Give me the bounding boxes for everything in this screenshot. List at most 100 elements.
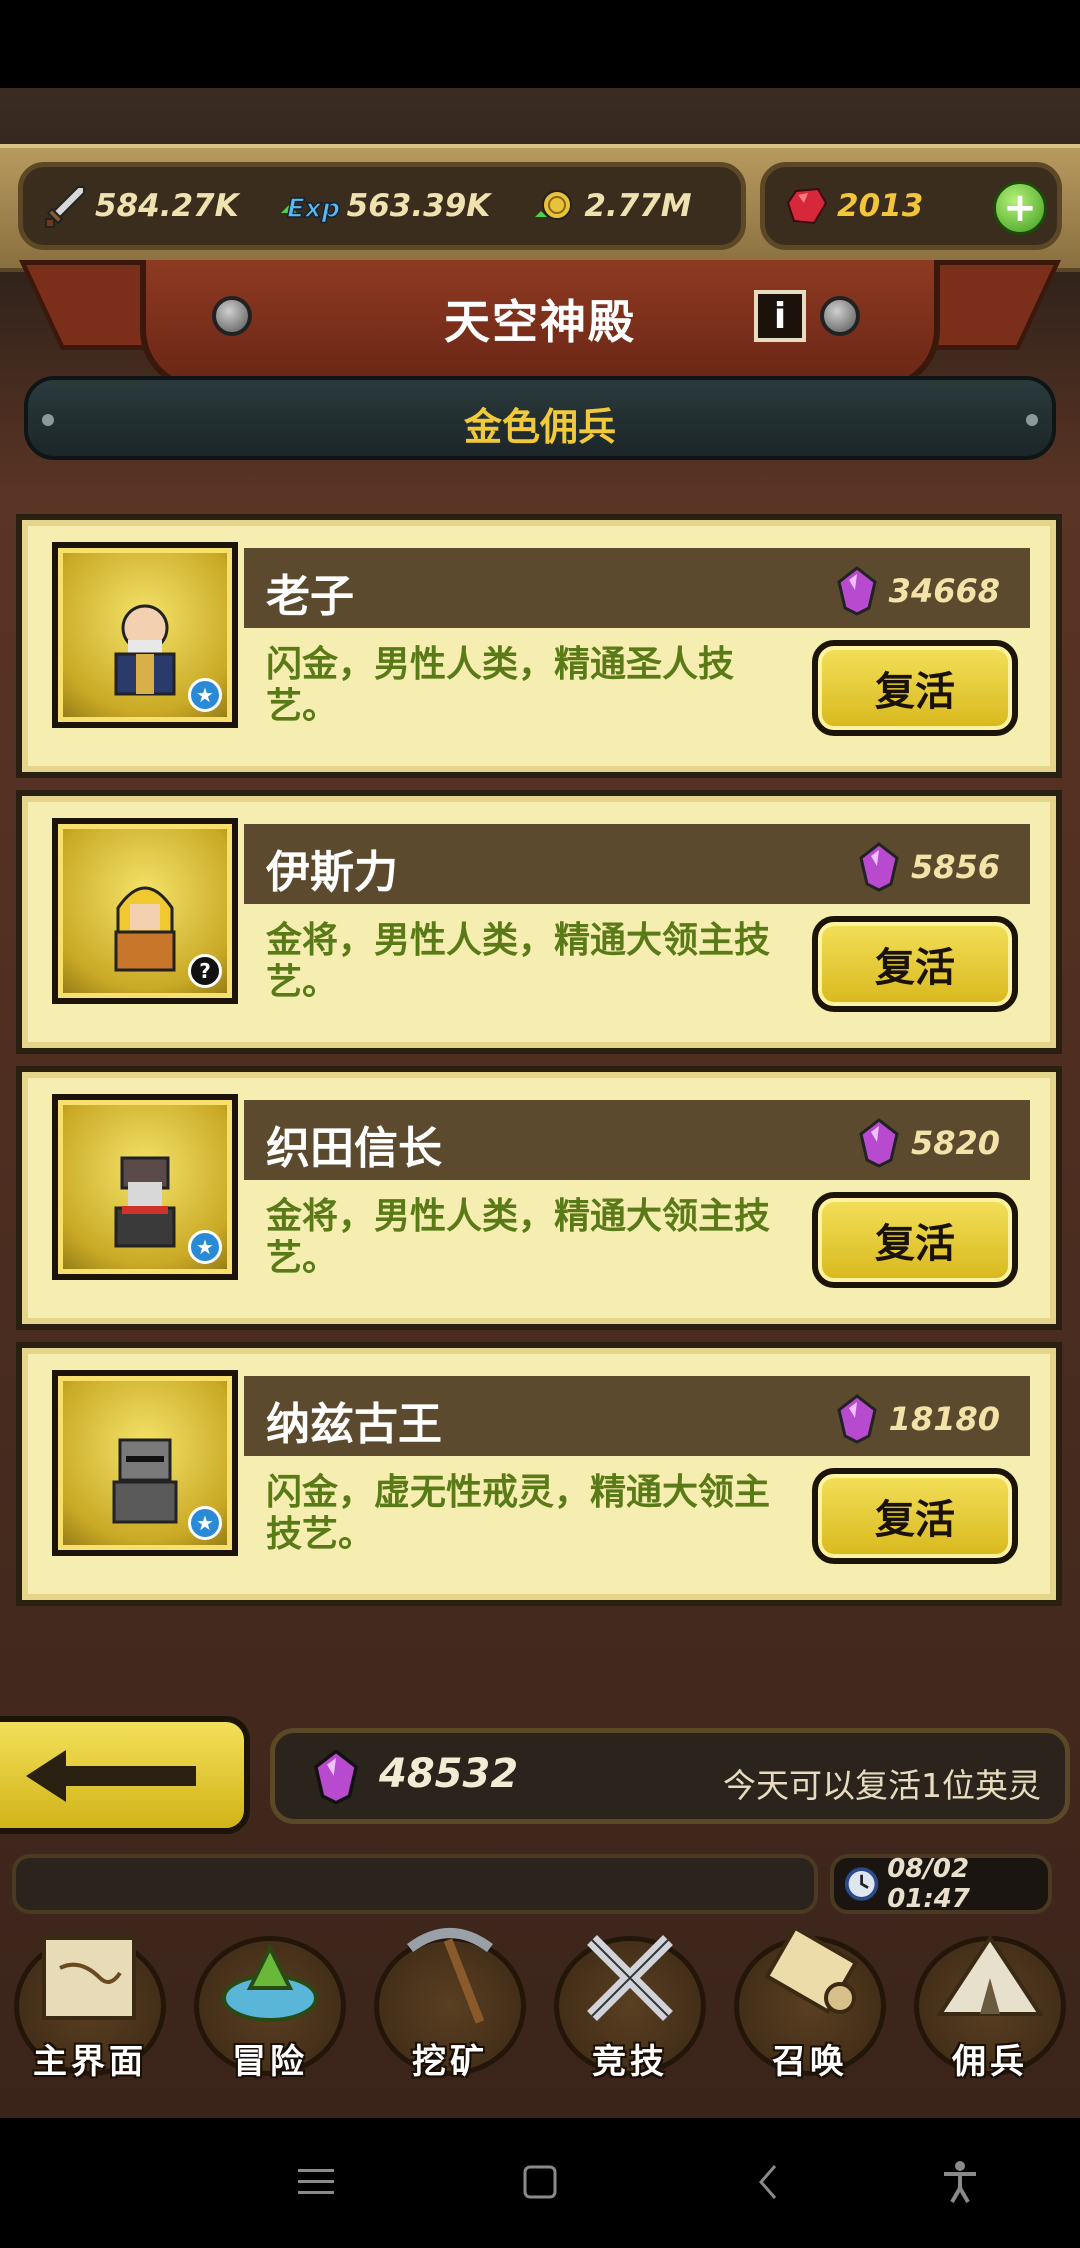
- sword-icon: [41, 182, 89, 230]
- hero-description: 金将，男性人类，精通大领主技艺。: [266, 920, 771, 1003]
- clock-icon: [844, 1867, 879, 1901]
- star-badge-icon: ★: [188, 1506, 222, 1540]
- hero-name-bar: 纳兹古王 18180: [244, 1376, 1030, 1456]
- gem-value: 2013: [837, 188, 924, 224]
- category-label: 金色佣兵: [463, 405, 616, 449]
- hero-description: 金将，男性人类，精通大领主技艺。: [266, 1196, 771, 1279]
- attack-resource: 584.27K: [41, 182, 239, 230]
- hero-sprite-icon: [114, 604, 176, 696]
- nav-main[interactable]: 主界面: [0, 1910, 180, 2086]
- hero-name: 伊斯力: [266, 847, 398, 898]
- gold-resource: 2.77M: [530, 182, 692, 230]
- category-header: 金色佣兵: [24, 376, 1056, 460]
- back-icon[interactable]: [738, 2152, 798, 2212]
- purple-gem-icon: [836, 1394, 877, 1444]
- map-scroll-icon: [42, 1936, 136, 2020]
- arrow-left-icon: [26, 1750, 196, 1802]
- nav-label: 竞技: [592, 2042, 668, 2082]
- revive-button[interactable]: 复活: [812, 916, 1018, 1012]
- hero-name-bar: 伊斯力 5856: [244, 824, 1030, 904]
- hero-name-bar: 织田信长 5820: [244, 1100, 1030, 1180]
- hero-cost: 5820: [857, 1118, 1000, 1168]
- nav-arena[interactable]: 竞技: [540, 1910, 720, 2086]
- clock-box: 08/02 01:47: [830, 1854, 1052, 1914]
- cost-value: 5856: [910, 848, 1000, 886]
- bottom-nav: 主界面 冒险 挖矿 竞技 召唤 佣兵: [0, 1910, 1080, 2086]
- resource-bar: 584.27K Exp 563.39K 2.77M 2013 +: [0, 144, 1080, 272]
- exp-value: 563.39K: [346, 188, 491, 224]
- clock-time: 08/02 01:47: [887, 1854, 970, 1914]
- exp-icon: Exp: [279, 182, 341, 230]
- svg-text:Exp: Exp: [287, 194, 340, 224]
- nav-label: 召唤: [772, 2042, 848, 2082]
- red-gem-icon: [783, 182, 831, 230]
- cost-value: 18180: [888, 1400, 1000, 1438]
- hero-portrait[interactable]: ★: [52, 1094, 238, 1280]
- chat-bar[interactable]: [12, 1854, 818, 1914]
- resource-panel: 584.27K Exp 563.39K 2.77M: [18, 162, 746, 250]
- nav-mining[interactable]: 挖矿: [360, 1910, 540, 2086]
- hero-portrait[interactable]: ★: [52, 542, 238, 728]
- nav-adventure[interactable]: 冒险: [180, 1910, 360, 2086]
- gem-total-value: 48532: [379, 1751, 519, 1797]
- home-icon[interactable]: [510, 2152, 570, 2212]
- page-title: 天空神殿: [444, 295, 636, 349]
- cost-value: 5820: [910, 1124, 1000, 1162]
- hero-cost: 34668: [835, 566, 1000, 616]
- nav-mercenary[interactable]: 佣兵: [900, 1910, 1080, 2086]
- status-bar: [0, 0, 1080, 88]
- hero-portrait[interactable]: ?: [52, 818, 238, 1004]
- hero-sprite-icon: [112, 1438, 178, 1524]
- hero-description: 闪金，男性人类，精通圣人技艺。: [266, 644, 735, 727]
- hero-card: ★ 纳兹古王 18180 闪金，虚无性戒灵，精通大领主技艺。 复活: [16, 1342, 1062, 1606]
- hero-name-bar: 老子 34668: [244, 548, 1030, 628]
- revive-button[interactable]: 复活: [812, 1192, 1018, 1288]
- purple-gem-icon: [313, 1749, 359, 1805]
- pickaxe-icon: [407, 1928, 493, 2024]
- nav-label: 冒险: [232, 2042, 308, 2082]
- hero-sprite-icon: [114, 1156, 176, 1248]
- crossed-swords-icon: [587, 1935, 673, 2021]
- revive-button[interactable]: 复活: [812, 1468, 1018, 1564]
- menu-icon[interactable]: [286, 2152, 346, 2212]
- system-nav-bar: [0, 2118, 1080, 2248]
- cost-value: 34668: [888, 572, 1000, 610]
- hero-cost: 18180: [835, 1394, 1000, 1444]
- tent-icon: [936, 1934, 1044, 2016]
- add-gems-button[interactable]: +: [993, 181, 1047, 235]
- hero-card: ★ 老子 34668 闪金，男性人类，精通圣人技艺。 复活: [16, 514, 1062, 778]
- unknown-badge-icon: ?: [188, 954, 222, 988]
- info-button[interactable]: i: [754, 290, 806, 342]
- exp-resource: Exp 563.39K: [279, 182, 491, 230]
- nav-label: 佣兵: [952, 2042, 1028, 2082]
- gold-value: 2.77M: [584, 188, 692, 224]
- game-screen: 584.27K Exp 563.39K 2.77M 2013 + 天空神殿 i …: [0, 88, 1080, 2118]
- hero-name: 织田信长: [266, 1123, 442, 1174]
- hero-description: 闪金，虚无性戒灵，精通大领主技艺。: [266, 1472, 771, 1555]
- revive-limit-note: 今天可以复活1位英灵: [723, 1766, 1041, 1805]
- summon-scroll-icon: [764, 1925, 859, 2015]
- accessibility-icon[interactable]: [930, 2152, 990, 2212]
- purple-gem-icon: [836, 566, 877, 616]
- purple-gem-icon: [859, 1118, 899, 1168]
- nav-summon[interactable]: 召唤: [720, 1910, 900, 2086]
- star-badge-icon: ★: [188, 678, 222, 712]
- hero-name: 老子: [266, 571, 354, 622]
- gem-total-panel: 48532 今天可以复活1位英灵: [270, 1728, 1070, 1824]
- hero-card: ? 伊斯力 5856 金将，男性人类，精通大领主技艺。 复活: [16, 790, 1062, 1054]
- hero-name: 纳兹古王: [266, 1399, 442, 1450]
- hero-portrait[interactable]: ★: [52, 1370, 238, 1556]
- nav-label: 主界面: [33, 2042, 147, 2082]
- hero-card: ★ 织田信长 5820 金将，男性人类，精通大领主技艺。 复活: [16, 1066, 1062, 1330]
- star-badge-icon: ★: [188, 1230, 222, 1264]
- revive-button[interactable]: 复活: [812, 640, 1018, 736]
- gem-resource-panel: 2013 +: [760, 162, 1062, 250]
- hero-cost: 5856: [857, 842, 1000, 892]
- back-button[interactable]: [0, 1716, 250, 1834]
- purple-gem-icon: [859, 842, 899, 892]
- gem-resource: 2013: [783, 182, 923, 230]
- island-icon: [222, 1943, 318, 2022]
- gold-coin-icon: [530, 182, 578, 230]
- nav-label: 挖矿: [412, 2042, 488, 2082]
- hero-sprite-icon: [114, 886, 176, 972]
